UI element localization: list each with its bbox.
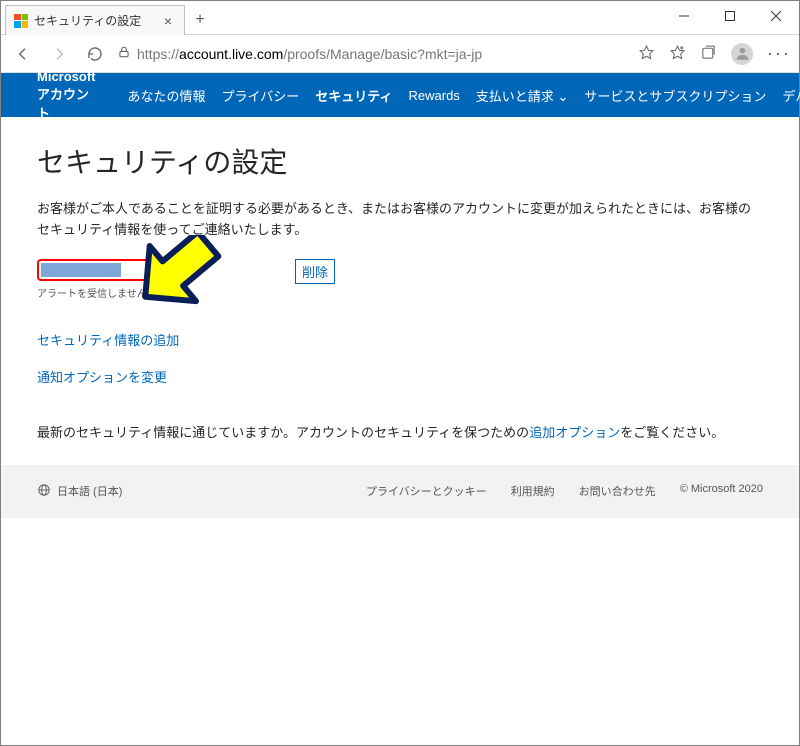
nav-rewards[interactable]: Rewards [409,88,460,103]
add-security-info-link[interactable]: セキュリティ情報の追加 [37,330,763,349]
page-footer: 日本語 (日本) プライバシーとクッキー 利用規約 お問い合わせ先 © Micr… [1,465,799,518]
maximize-button[interactable] [707,1,753,31]
favorite-star-icon[interactable] [638,44,655,64]
security-item-row: アラートを受信しません 削除 [37,259,763,300]
window-controls [661,1,799,31]
address-bar-actions: ··· [638,43,791,65]
footer-privacy-link[interactable]: プライバシーとクッキー [366,483,487,499]
notice-text: 最新のセキュリティ情報に通じていますか。アカウントのセキュリティを保つための追加… [37,422,763,441]
globe-icon [37,483,51,500]
profile-avatar-icon[interactable] [731,43,753,65]
nav-security[interactable]: セキュリティ [315,86,392,105]
address-bar: https://account.live.com/proofs/Manage/b… [1,35,799,73]
forward-button[interactable] [45,40,73,68]
account-nav: Microsoft アカウント あなたの情報 プライバシー セキュリティ Rew… [1,73,799,117]
lock-icon [117,45,131,62]
empty-area [1,518,799,745]
nav-privacy[interactable]: プライバシー [222,86,300,105]
url-text: https://account.live.com/proofs/Manage/b… [137,46,482,62]
collections-icon[interactable] [700,44,717,64]
back-button[interactable] [9,40,37,68]
browser-tab[interactable]: セキュリティの設定 × [5,5,185,35]
additional-options-link[interactable]: 追加オプション [529,425,620,440]
app-launcher-icon[interactable] [17,85,21,105]
copyright-label: © Microsoft 2020 [680,483,763,499]
footer-terms-link[interactable]: 利用規約 [511,483,555,499]
language-label[interactable]: 日本語 (日本) [57,483,122,499]
page-description: お客様がご本人であることを証明する必要があるとき、またはお客様のアカウントに変更… [37,199,763,241]
favorites-icon[interactable] [669,44,686,64]
nav-devices[interactable]: デバイス [782,86,800,105]
nav-your-info[interactable]: あなたの情報 [128,86,206,105]
change-notification-link[interactable]: 通知オプションを変更 [37,367,763,386]
more-icon[interactable]: ··· [767,43,791,64]
refresh-button[interactable] [81,40,109,68]
security-info-item[interactable] [37,259,155,281]
url-box[interactable]: https://account.live.com/proofs/Manage/b… [117,45,622,62]
brand-label[interactable]: Microsoft アカウント [37,69,96,122]
page-title: セキュリティの設定 [37,141,763,181]
new-tab-button[interactable]: + [185,5,215,35]
nav-services[interactable]: サービスとサブスクリプション [584,86,766,105]
alert-status-label: アラートを受信しません [37,285,155,300]
footer-contact-link[interactable]: お問い合わせ先 [579,483,656,499]
close-window-button[interactable] [753,1,799,31]
close-tab-icon[interactable]: × [160,13,176,29]
tab-title: セキュリティの設定 [34,12,154,29]
chevron-down-icon: ⌄ [557,89,568,104]
delete-button[interactable]: 削除 [295,259,335,284]
titlebar: セキュリティの設定 × + [1,1,799,35]
nav-payment[interactable]: 支払いと請求 ⌄ [476,86,569,105]
main-content: セキュリティの設定 お客様がご本人であることを証明する必要があるとき、またはお客… [1,117,799,465]
microsoft-icon [14,14,28,28]
minimize-button[interactable] [661,1,707,31]
security-links: セキュリティ情報の追加 通知オプションを変更 [37,330,763,386]
browser-window: セキュリティの設定 × + https://account.live.com/p… [0,0,800,746]
